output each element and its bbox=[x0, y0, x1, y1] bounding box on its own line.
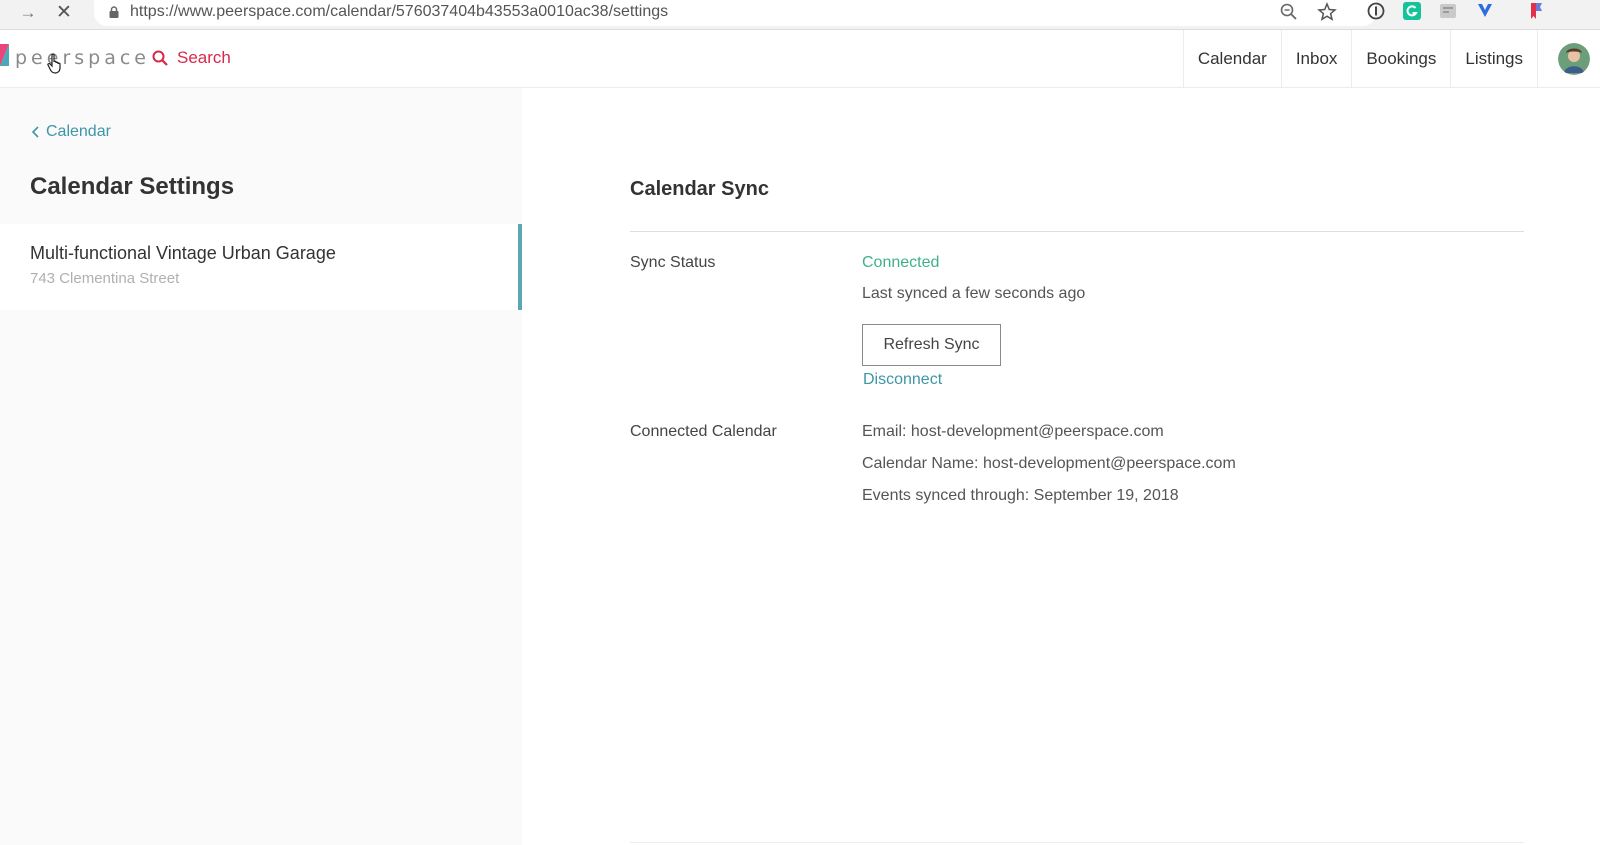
search-icon bbox=[152, 50, 168, 66]
lock-icon bbox=[109, 6, 119, 18]
settings-sidebar: Calendar Calendar Settings Multi-functio… bbox=[0, 88, 522, 845]
avatar[interactable] bbox=[1558, 43, 1590, 75]
password-manager-icon[interactable] bbox=[1366, 1, 1386, 21]
section-title: Calendar Sync bbox=[630, 178, 769, 200]
forward-arrow-icon[interactable]: → bbox=[16, 2, 40, 24]
nav-bookings[interactable]: Bookings bbox=[1351, 30, 1450, 88]
calendar-sync-panel: Calendar Sync Sync Status Connected Last… bbox=[522, 88, 1600, 845]
pocket-bookmark-icon[interactable] bbox=[1527, 1, 1547, 21]
hand-cursor-icon bbox=[47, 53, 61, 74]
address-bar[interactable]: https://www.peerspace.com/calendar/57603… bbox=[94, 0, 1376, 26]
back-label: Calendar bbox=[46, 123, 111, 140]
stop-icon[interactable]: ✕ bbox=[52, 2, 76, 24]
events-synced-through: Events synced through: September 19, 201… bbox=[862, 487, 1179, 504]
zoom-icon[interactable] bbox=[1278, 1, 1300, 23]
disconnect-link[interactable]: Disconnect bbox=[863, 371, 942, 389]
vpn-extension-icon[interactable] bbox=[1475, 1, 1495, 21]
listing-name: Multi-functional Vintage Urban Garage bbox=[30, 243, 336, 263]
extension-icon[interactable] bbox=[1438, 1, 1458, 21]
connected-calendar-label: Connected Calendar bbox=[630, 423, 777, 440]
listing-item-active[interactable]: Multi-functional Vintage Urban Garage 74… bbox=[0, 224, 522, 310]
peerspace-logo-text[interactable]: peerspace bbox=[15, 47, 150, 69]
calendar-name: Calendar Name: host-development@peerspac… bbox=[862, 455, 1236, 472]
back-to-calendar-link[interactable]: Calendar bbox=[30, 123, 111, 141]
nav-calendar[interactable]: Calendar bbox=[1182, 30, 1281, 88]
status-badge: Connected bbox=[862, 254, 940, 271]
last-synced-text: Last synced a few seconds ago bbox=[862, 285, 1086, 302]
url-text[interactable]: https://www.peerspace.com/calendar/57603… bbox=[130, 3, 668, 21]
chevron-left-icon bbox=[31, 126, 39, 138]
header-nav: Calendar Inbox Bookings Listings bbox=[1182, 30, 1600, 88]
nav-inbox[interactable]: Inbox bbox=[1280, 30, 1352, 88]
browser-toolbar: → ✕ https://www.peerspace.com/calendar/5… bbox=[0, 0, 1600, 30]
nav-listings[interactable]: Listings bbox=[1450, 30, 1537, 88]
header-search-link[interactable]: Search bbox=[152, 46, 231, 70]
listing-address: 743 Clementina Street bbox=[30, 270, 180, 287]
sync-status-label: Sync Status bbox=[630, 254, 716, 271]
star-icon[interactable] bbox=[1316, 1, 1338, 23]
bottom-divider bbox=[630, 842, 1524, 843]
grammarly-icon[interactable] bbox=[1402, 1, 1422, 21]
peerspace-logo-mark[interactable] bbox=[0, 44, 9, 66]
user-menu[interactable] bbox=[1537, 30, 1600, 88]
calendar-email: Email: host-development@peerspace.com bbox=[862, 423, 1164, 440]
section-divider bbox=[630, 231, 1524, 232]
refresh-sync-button[interactable]: Refresh Sync bbox=[862, 324, 1001, 366]
app-header: peerspace Search Calendar Inbox Bookings… bbox=[0, 30, 1600, 88]
page-title: Calendar Settings bbox=[30, 173, 235, 200]
search-label: Search bbox=[177, 48, 231, 67]
